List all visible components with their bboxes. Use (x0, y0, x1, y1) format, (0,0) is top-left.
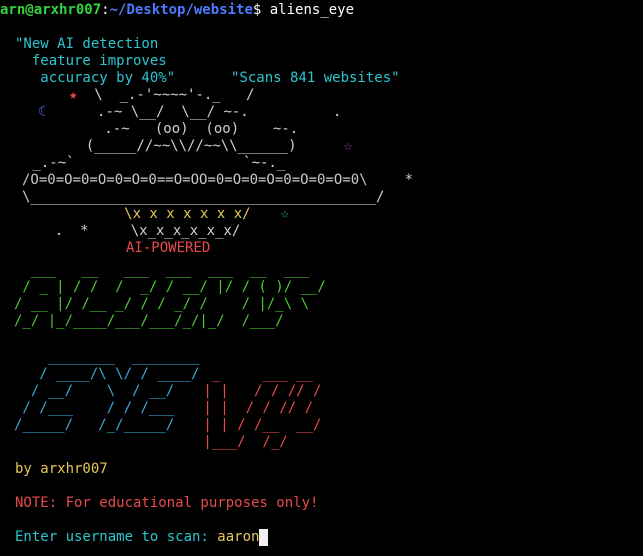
version-logo-row-1: _ ___ __ (195, 366, 314, 382)
purple-sparkle-icon: ☆ (343, 138, 353, 154)
prompt-dollar: $ (252, 2, 270, 18)
alien-art-row-5: _.-~` `~-._ (24, 155, 286, 171)
banner-quote-scans: "Scans 841 websites" (231, 70, 400, 86)
prompt-path: ~/Desktop/website (109, 2, 253, 18)
white-star-icon: * (404, 172, 414, 188)
eye-logo-row-1: ________ ________ (14, 349, 200, 365)
alien-art-row-2: ☾ .-~ \__/ \__/ ~-. . (38, 104, 341, 121)
aliens-logo-row-4: /_/ |_/____/___/___/_/|_/ /___/ (14, 313, 301, 329)
alien-art-row-7: \_______________________________________… (22, 189, 385, 205)
alien-art-row-1-text: \ _.-'~~~~'-._ / (77, 87, 255, 103)
prompt-command: aliens_eye (269, 2, 355, 18)
alien-art-row-1: ★ \ _.-'~~~~'-._ / (69, 87, 254, 104)
aliens-logo-row-2: / _ | / / / _/ / __/ |/ / ( )/ __/ (14, 279, 326, 295)
aliens-logo-row-1: ___ __ ___ ___ ___ __ ___ (14, 262, 318, 278)
ufo-light-band: /O=0=O=0=O=0=O=0==O=OO=0=O=0=O=0=O=0=O=0… (22, 172, 368, 188)
alien-art-row-9: . * \x_x_x_x_x_x/ (38, 223, 241, 239)
version-logo-row-3: | | / / // / (195, 400, 314, 416)
version-logo-row-2: | | / / // / (195, 383, 322, 399)
educational-note: NOTE: For educational purposes only! (15, 495, 319, 511)
alien-art-row-6: /O=0=O=0=O=0=O=0==O=OO=0=O=0=O=0=O=0=O=0… (22, 172, 413, 189)
prompt-separator: : (101, 2, 110, 18)
banner-quote-line-3: accuracy by 40%" (15, 70, 176, 86)
username-input[interactable]: aaron (217, 529, 259, 545)
version-logo-row-5: |___/ /_/ (195, 434, 288, 450)
alien-art-row-8-text: \x x x x x x x/ (23, 206, 251, 222)
cyan-sparkle-icon: ☆ (280, 206, 290, 222)
aliens-logo-row-3: / __ |/ /__ _/ / / _/ / / |/_\ \ (14, 296, 326, 312)
terminal-window[interactable]: arn@arxhr007:~/Desktop/website$ aliens_e… (0, 0, 643, 556)
alien-art-row-3: .-~ (oo) (oo) ~-. (79, 121, 299, 137)
username-prompt-line[interactable]: Enter username to scan: aaron (15, 529, 269, 546)
username-prompt-label: Enter username to scan: (15, 529, 218, 545)
version-logo-row-4: | | / /__ __/ (195, 417, 322, 433)
alien-art-row-8: \x x x x x x x/ ☆ (23, 206, 289, 223)
banner-quote-line-1: "New AI detection (15, 36, 159, 52)
alien-art-row-2-text: .-~ \__/ \__/ ~-. . (46, 104, 342, 120)
author-credit: by arxhr007 (15, 461, 108, 477)
ai-powered-label: AI-POWERED (126, 240, 211, 256)
alien-art-row-4: (_____//~~\\//~~\\______) ☆ (69, 138, 352, 155)
text-cursor (259, 529, 269, 546)
eye-logo-row-2: / ____/\ \/ / ____/ (14, 366, 200, 382)
banner-quote-line-2: feature improves (15, 53, 167, 69)
eye-logo-row-5: /_____/ /_/_____/ (14, 417, 175, 433)
alien-art-row-4-text: (_____//~~\\//~~\\______) (69, 138, 297, 154)
eye-logo-row-4: / /___ / / /___ (14, 400, 175, 416)
prompt-user-host: arn@arxhr007 (0, 2, 102, 18)
eye-logo-row-3: / __/ \ / __/ (14, 383, 175, 399)
shell-prompt: arn@arxhr007:~/Desktop/website$ aliens_e… (0, 2, 354, 19)
